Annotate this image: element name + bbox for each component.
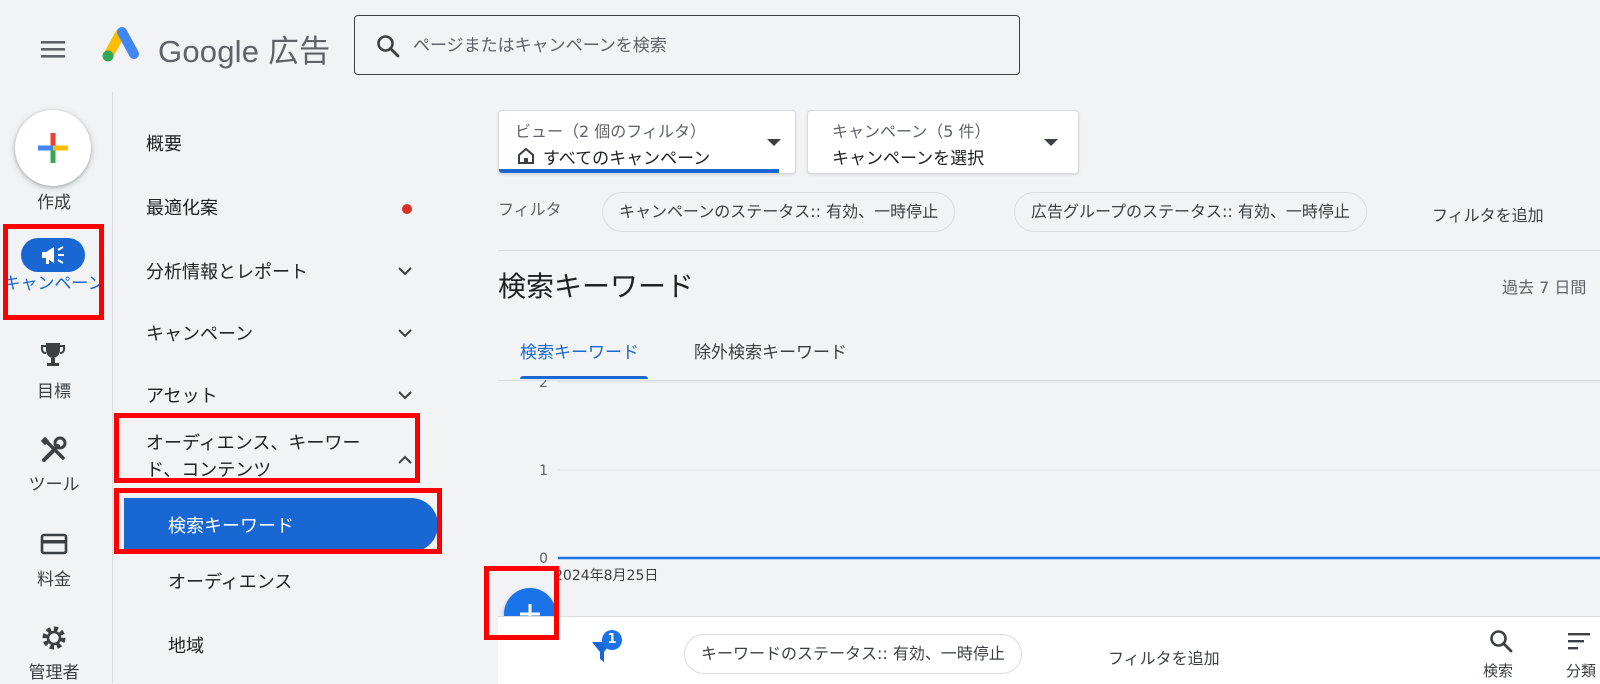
campaign-dropdown[interactable]: キャンペーン（5 件） キャンペーンを選択 (807, 110, 1079, 174)
search-bar[interactable] (354, 15, 1020, 75)
create-label: 作成 (37, 193, 71, 213)
filters-divider (498, 250, 1600, 251)
campaign-dropdown-value: キャンペーンを選択 (832, 149, 985, 169)
page-title: 検索キーワード (498, 270, 695, 303)
sidebar-item-campaigns[interactable]: キャンペーン (146, 320, 253, 346)
add-filter-link[interactable]: フィルタを追加 (1432, 202, 1544, 226)
create-button[interactable] (15, 110, 91, 186)
sidebar-item-overview[interactable]: 概要 (146, 130, 182, 156)
view-dropdown-underline (499, 169, 779, 173)
search-button-label[interactable]: 検索 (1483, 660, 1513, 681)
view-dropdown-value: すべてのキャンペーン (543, 149, 711, 169)
filter-chip-campaign-status[interactable]: キャンペーンのステータス:: 有効、一時停止 (602, 192, 956, 232)
tab-negative-keywords[interactable]: 除外検索キーワード (694, 338, 847, 363)
plus-icon (38, 133, 68, 163)
chart-y-tick-label: 1 (539, 463, 548, 479)
segment-lines-icon[interactable] (1566, 630, 1592, 652)
dropdown-arrow-icon (767, 139, 781, 146)
app-title: Google 広告 (158, 34, 331, 69)
search-icon (375, 33, 401, 59)
tools-icon[interactable] (40, 436, 68, 464)
keywords-chart: 2 1 0 2024年8月25日 (539, 380, 1600, 584)
rail-item-campaign[interactable] (21, 238, 85, 272)
dropdown-arrow-icon (1044, 139, 1058, 146)
sidebar-item-locations[interactable]: 地域 (168, 632, 204, 658)
billing-card-icon[interactable] (40, 532, 68, 556)
sidebar-item-search-keywords[interactable]: 検索キーワード (124, 498, 438, 552)
goals-label: 目標 (37, 382, 71, 402)
chart-x-tick-label: 2024年8月25日 (554, 568, 658, 584)
add-filter-link-bottom[interactable]: フィルタを追加 (1108, 645, 1220, 669)
view-dropdown-label: ビュー（2 個のフィルタ） (515, 122, 706, 141)
home-icon (518, 147, 534, 164)
trophy-icon[interactable] (40, 340, 66, 368)
chevron-up-icon[interactable] (395, 450, 415, 470)
segment-button-label[interactable]: 分類 (1566, 660, 1596, 681)
filter-chip-keyword-status[interactable]: キーワードのステータス:: 有効、一時停止 (684, 634, 1022, 674)
gear-icon[interactable] (40, 624, 68, 652)
chart-y-tick-label: 2 (539, 380, 548, 391)
rail-campaign-label: キャンペーン (3, 274, 105, 294)
sidebar-divider (112, 92, 113, 683)
sidebar-item-audience-keywords-content[interactable]: オーディエンス、キーワード、コンテンツ (146, 430, 386, 484)
sidebar-item-insights-reports[interactable]: 分析情報とレポート (146, 258, 308, 284)
table-toolbar (498, 616, 1600, 684)
tools-label: ツール (28, 475, 80, 495)
chevron-down-icon[interactable] (395, 385, 415, 405)
main-menu-button[interactable] (36, 32, 70, 66)
campaign-dropdown-label: キャンペーン（5 件） (832, 122, 991, 141)
sidebar-item-assets[interactable]: アセット (146, 382, 218, 408)
search-input[interactable] (411, 26, 1005, 66)
notification-dot (402, 204, 412, 214)
hamburger-menu-icon (41, 41, 65, 58)
tab-search-keywords[interactable]: 検索キーワード (520, 338, 639, 363)
chevron-down-icon[interactable] (395, 261, 415, 281)
filter-count-badge: 1 (602, 630, 622, 650)
admin-label: 管理者 (28, 663, 80, 683)
filter-chip-adgroup-status[interactable]: 広告グループのステータス:: 有効、一時停止 (1014, 192, 1367, 232)
google-ads-logo-icon (100, 24, 144, 64)
filter-label: フィルタ (498, 200, 562, 219)
sidebar-item-audiences[interactable]: オーディエンス (168, 568, 292, 594)
date-range[interactable]: 過去 7 日間 (1502, 274, 1586, 298)
view-dropdown[interactable]: ビュー（2 個のフィルタ） すべてのキャンペーン (498, 110, 796, 174)
search-icon[interactable] (1488, 628, 1514, 654)
megaphone-icon (42, 246, 64, 264)
billing-label: 料金 (37, 570, 71, 590)
chevron-down-icon[interactable] (395, 323, 415, 343)
active-tab-indicator (520, 376, 648, 379)
sidebar-item-recommendations[interactable]: 最適化案 (146, 194, 218, 220)
sidebar-item-label: 検索キーワード (168, 516, 294, 537)
chart-y-tick-label: 0 (539, 551, 548, 567)
